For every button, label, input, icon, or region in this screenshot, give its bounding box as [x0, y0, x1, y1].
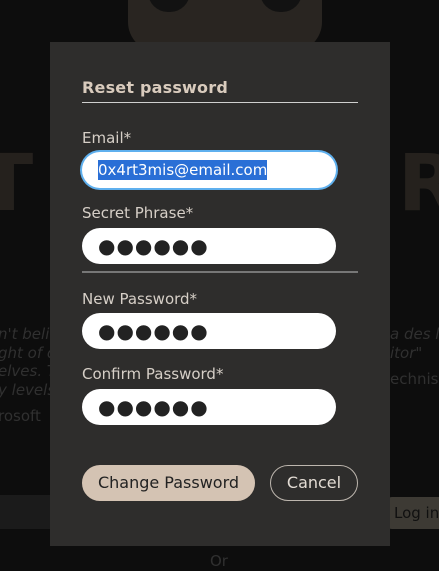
email-label: Email*	[82, 129, 132, 147]
secret-phrase-field[interactable]: ●●●●●●	[82, 228, 336, 264]
email-field[interactable]: 0x4rt3mis@email.com	[82, 152, 336, 188]
new-password-field[interactable]: ●●●●●●	[82, 313, 336, 349]
section-divider	[82, 271, 358, 273]
secret-phrase-label: Secret Phrase*	[82, 204, 194, 222]
new-password-label: New Password*	[82, 290, 198, 308]
cancel-button[interactable]: Cancel	[270, 465, 358, 501]
email-value: 0x4rt3mis@email.com	[98, 160, 268, 180]
confirm-password-field[interactable]: ●●●●●●	[82, 389, 336, 425]
change-password-button[interactable]: Change Password	[82, 465, 255, 501]
modal-title: Reset password	[82, 78, 228, 97]
title-underline	[82, 102, 358, 103]
confirm-password-label: Confirm Password*	[82, 365, 224, 383]
modal-content: Reset password Email* 0x4rt3mis@email.co…	[50, 0, 390, 571]
